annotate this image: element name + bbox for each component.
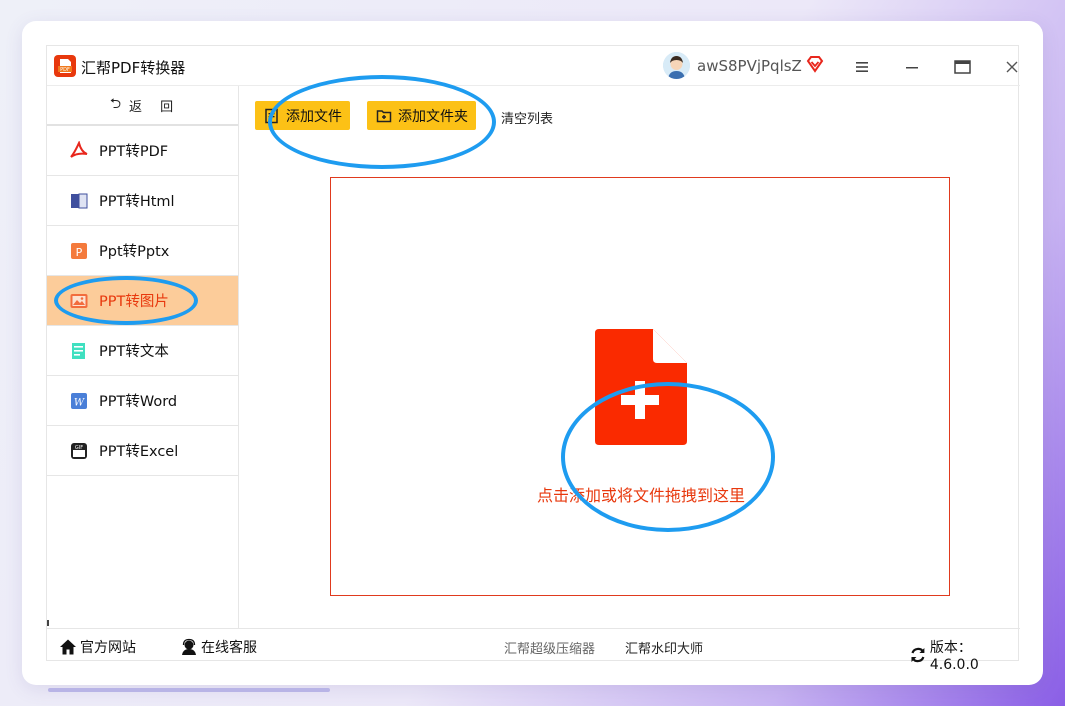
sidebar-item-ppt-to-excel[interactable]: GIF PPT转Excel (47, 426, 238, 476)
taskbar-shadow (48, 688, 330, 692)
watermark-link[interactable]: 汇帮水印大师 (625, 638, 703, 657)
scrollbar-marker (47, 620, 49, 626)
sidebar-item-label: PPT转图片 (99, 294, 169, 310)
version-label: 版本：4.6.0.0 (929, 640, 979, 673)
text-icon (69, 341, 89, 361)
sidebar-item-label: PPT转Word (99, 394, 178, 410)
close-button[interactable] (999, 54, 1025, 80)
app-title: 汇帮PDF转换器 (81, 59, 186, 77)
sidebar-item-ppt-to-image[interactable]: PPT转图片 (47, 276, 238, 326)
home-icon (60, 639, 76, 655)
back-button[interactable]: ⮌ 返 回 (47, 86, 238, 126)
pptx-icon: P (69, 241, 89, 261)
menu-icon (856, 62, 868, 72)
app-window: PDF 汇帮PDF转换器 awS8PVjPqlsZ ⮌ 返 回 PPT转PDF … (46, 45, 1020, 673)
username[interactable]: awS8PVjPqlsZ (697, 57, 802, 75)
word-icon: W (69, 391, 89, 411)
image-icon (69, 291, 89, 311)
support-icon (182, 638, 196, 655)
sidebar-item-label: PPT转PDF (99, 144, 169, 160)
back-arrow-icon: ⮌ (109, 96, 124, 112)
sidebar-item-ppt-to-html[interactable]: PPT转Html (47, 176, 238, 226)
add-file-label: 添加文件 (286, 108, 342, 125)
svg-text:PDF: PDF (60, 67, 70, 73)
svg-text:P: P (76, 246, 83, 259)
official-website-link[interactable]: 官方网站 (59, 637, 136, 657)
add-folder-button[interactable]: 添加文件夹 (367, 101, 476, 130)
sidebar-item-ppt-to-pdf[interactable]: PPT转PDF (47, 126, 238, 176)
pdf-icon (69, 140, 89, 161)
add-document-icon[interactable] (595, 329, 687, 445)
sidebar-item-label: PPT转文本 (99, 344, 169, 360)
menu-button[interactable] (849, 54, 875, 80)
sidebar-item-label: Ppt转Pptx (99, 244, 170, 260)
minimize-button[interactable] (899, 54, 925, 80)
compressor-link[interactable]: 汇帮超级压缩器 (504, 638, 595, 657)
add-folder-icon (376, 109, 392, 122)
excel-icon: GIF (69, 441, 89, 461)
refresh-icon (911, 647, 925, 663)
sidebar-item-ppt-to-pptx[interactable]: P Ppt转Pptx (47, 226, 238, 276)
sidebar-item-label: PPT转Html (99, 194, 175, 210)
html-icon (69, 191, 89, 211)
footer: 官方网站 在线客服 汇帮超级压缩器 汇帮水印大师 版本：4.6.0.0 (47, 628, 1020, 673)
svg-text:GIF: GIF (75, 445, 83, 451)
online-support-link[interactable]: 在线客服 (180, 637, 257, 657)
official-website-label: 官方网站 (80, 640, 136, 656)
sidebar: ⮌ 返 回 PPT转PDF PPT转Html P Ppt转Pptx PPT转图片… (47, 86, 239, 628)
minimize-icon (906, 67, 918, 69)
sidebar-item-label: PPT转Excel (99, 444, 179, 460)
clear-list-button[interactable]: 清空列表 (501, 108, 553, 127)
title-bar: PDF 汇帮PDF转换器 awS8PVjPqlsZ (47, 46, 1020, 86)
svg-text:W: W (74, 397, 85, 408)
app-logo-icon: PDF (54, 55, 76, 77)
avatar[interactable] (663, 52, 690, 79)
vip-diamond-icon[interactable] (805, 54, 825, 74)
add-file-button[interactable]: 添加文件 (255, 101, 350, 130)
sidebar-item-ppt-to-text[interactable]: PPT转文本 (47, 326, 238, 376)
drop-zone-hint: 点击添加或将文件拖拽到这里 (536, 486, 745, 505)
file-drop-zone[interactable]: 点击添加或将文件拖拽到这里 (330, 177, 950, 596)
sidebar-item-ppt-to-word[interactable]: W PPT转Word (47, 376, 238, 426)
add-folder-label: 添加文件夹 (398, 108, 468, 125)
maximize-button[interactable] (949, 54, 975, 80)
close-icon (1006, 61, 1018, 73)
online-support-label: 在线客服 (201, 640, 257, 656)
add-file-icon (265, 108, 278, 123)
back-label: 返 回 (129, 99, 176, 115)
version-info[interactable]: 版本：4.6.0.0 (909, 637, 1020, 673)
maximize-icon (953, 60, 971, 74)
